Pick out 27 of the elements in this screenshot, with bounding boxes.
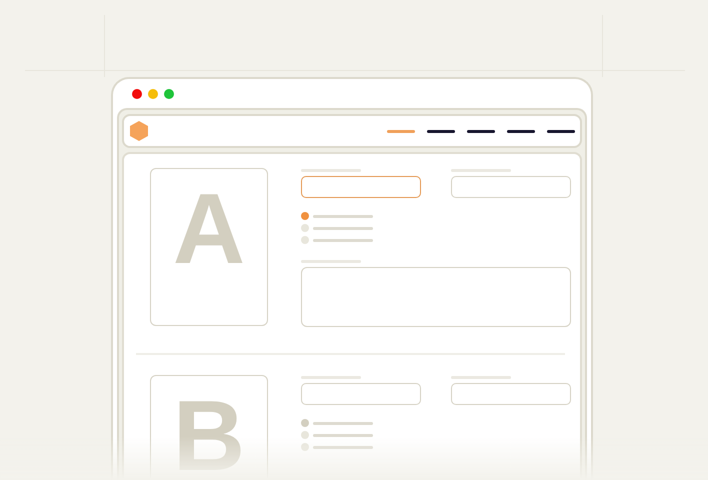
input-field[interactable] xyxy=(451,383,571,405)
option-placeholder-line xyxy=(313,238,373,242)
radio-dot[interactable] xyxy=(301,236,309,244)
input-field[interactable] xyxy=(301,383,421,405)
option-placeholder-line xyxy=(313,434,373,436)
window-control-dot[interactable] xyxy=(132,89,142,99)
option-placeholder-line xyxy=(313,422,373,424)
hexagon-logo-icon xyxy=(130,121,148,141)
window-control-dot[interactable] xyxy=(164,89,174,99)
card-letter: B xyxy=(172,398,246,474)
radio-dot[interactable] xyxy=(301,443,309,451)
radio-dot[interactable] xyxy=(301,212,309,220)
radio-dot[interactable] xyxy=(301,419,309,427)
nav-link[interactable] xyxy=(507,130,535,132)
input-field[interactable] xyxy=(451,176,571,198)
option-placeholder-line xyxy=(313,214,373,218)
nav-link[interactable] xyxy=(427,130,455,132)
text-area-field[interactable] xyxy=(301,267,571,327)
card-letter: A xyxy=(172,191,246,267)
nav-link[interactable] xyxy=(547,130,575,132)
option-placeholder-line xyxy=(313,446,373,448)
option-placeholder-line xyxy=(313,226,373,230)
nav-link[interactable] xyxy=(467,130,495,132)
radio-dot[interactable] xyxy=(301,431,309,439)
input-field[interactable] xyxy=(301,176,421,198)
window-control-dot[interactable] xyxy=(148,89,158,99)
radio-dot[interactable] xyxy=(301,224,309,232)
